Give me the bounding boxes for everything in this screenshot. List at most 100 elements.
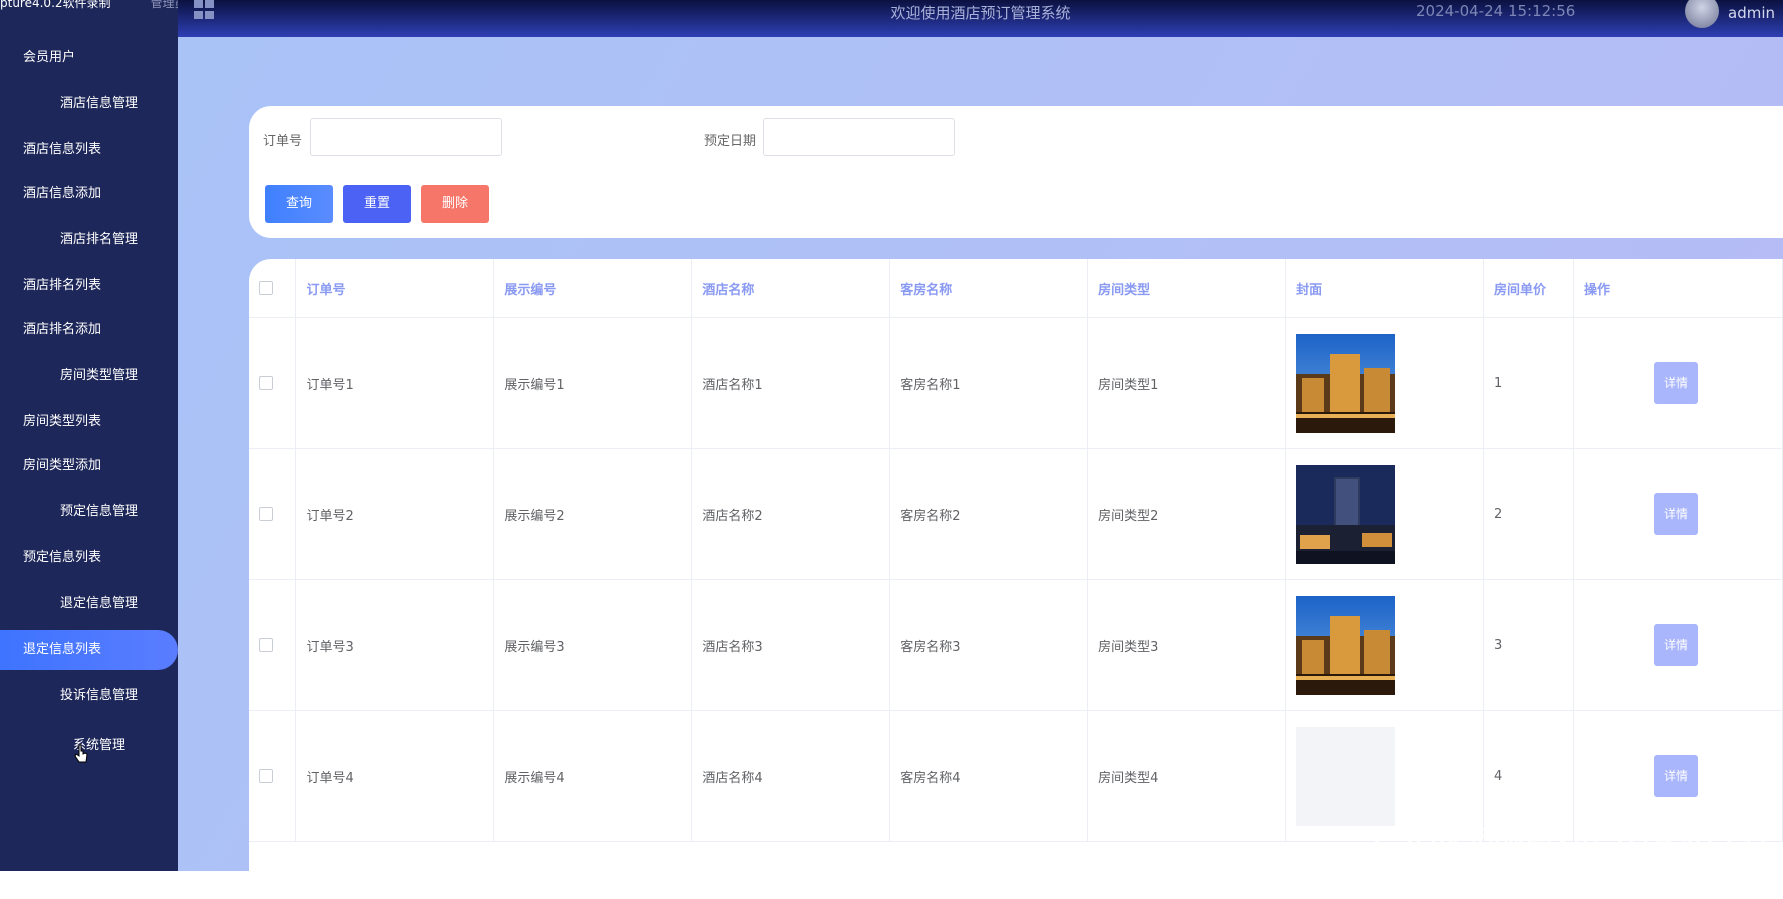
hotel-cell: 酒店名称3 [691, 579, 891, 711]
sidebar-item-13[interactable]: 退定信息列表 [0, 630, 178, 670]
room-cell: 客房名称4 [889, 710, 1089, 842]
column-header[interactable]: 展示编号 [493, 259, 693, 318]
hotel-cover-image [1296, 464, 1396, 564]
price-cell: 1 [1483, 317, 1574, 449]
type-cell: 房间类型2 [1087, 448, 1287, 580]
sidebar-item-label: 酒店信息添加 [23, 186, 102, 201]
sidebar-item-label: 酒店排名管理 [59, 232, 138, 247]
type-cell: 房间类型4 [1087, 710, 1287, 842]
detail-button[interactable]: 详情 [1654, 362, 1698, 404]
sidebar-item-5[interactable]: 酒店排名列表 [0, 266, 178, 306]
detail-button[interactable]: 详情 [1654, 755, 1698, 797]
booking-date-input[interactable] [763, 118, 955, 156]
column-header[interactable]: 房间单价 [1483, 259, 1574, 318]
row-select-cell [249, 579, 297, 711]
sidebar-item-14[interactable]: 投诉信息管理 [0, 676, 178, 716]
order-cell: 订单号1 [295, 317, 495, 449]
hotel-cell: 酒店名称4 [691, 710, 891, 842]
sidebar-item-10[interactable]: 预定信息管理 [0, 492, 178, 532]
username[interactable]: admin [1728, 4, 1775, 22]
action-cell: 详情 [1573, 579, 1783, 711]
main-content: 订单号 预定日期 查询 重置 删除 订单号 展示编号 酒店名称 客房名称 房间类… [178, 37, 1783, 899]
select-all-checkbox[interactable] [259, 281, 273, 295]
price-cell: 2 [1483, 448, 1574, 580]
sidebar-item-15[interactable]: 系统管理 [0, 726, 178, 766]
data-table: 订单号 展示编号 酒店名称 客房名称 房间类型 封面 房间单价 操作 订单号1 … [249, 259, 1783, 842]
row-checkbox[interactable] [259, 376, 273, 390]
room-cell: 客房名称3 [889, 579, 1089, 711]
column-header[interactable]: 客房名称 [889, 259, 1089, 318]
room-cell: 客房名称2 [889, 448, 1089, 580]
room-cell: 客房名称1 [889, 317, 1089, 449]
column-header: 封面 [1285, 259, 1485, 318]
sidebar-item-9[interactable]: 房间类型添加 [0, 446, 178, 486]
column-header[interactable]: 酒店名称 [691, 259, 891, 318]
display-cell: 展示编号3 [493, 579, 693, 711]
csdn-watermark: CSDN @weixin_61498557 [1373, 822, 1773, 857]
detail-button[interactable]: 详情 [1654, 624, 1698, 666]
display-cell: 展示编号4 [493, 710, 693, 842]
reset-button[interactable]: 重置 [343, 185, 411, 223]
column-header: 操作 [1573, 259, 1783, 318]
current-datetime: 2024-04-24 15:12:56 [1416, 2, 1576, 20]
display-cell: 展示编号1 [493, 317, 693, 449]
row-checkbox[interactable] [259, 769, 273, 783]
sidebar-item-label: 预定信息列表 [23, 550, 102, 565]
table-row: 订单号2 展示编号2 酒店名称2 客房名称2 房间类型2 2 详情 [249, 448, 1783, 580]
date-label: 预定日期 [704, 134, 757, 149]
row-checkbox[interactable] [259, 638, 273, 652]
sidebar-item-label: 退定信息列表 [23, 642, 102, 657]
sidebar-item-label: 预定信息管理 [59, 504, 138, 519]
sidebar-item-3[interactable]: 酒店信息添加 [0, 174, 178, 214]
detail-button[interactable]: 详情 [1654, 493, 1698, 535]
sidebar-item-8[interactable]: 房间类型列表 [0, 402, 178, 442]
sidebar-item-1[interactable]: 酒店信息管理 [0, 84, 178, 124]
order-cell: 订单号3 [295, 579, 495, 711]
sidebar-item-7[interactable]: 房间类型管理 [0, 356, 178, 396]
sidebar-item-6[interactable]: 酒店排名添加 [0, 310, 178, 350]
mouse-cursor-icon [74, 744, 88, 763]
sidebar-item-2[interactable]: 酒店信息列表 [0, 130, 178, 170]
select-all-cell [249, 259, 297, 318]
action-cell: 详情 [1573, 448, 1783, 580]
sidebar-item-4[interactable]: 酒店排名管理 [0, 220, 178, 260]
sidebar-item-0[interactable]: 会员用户 [0, 38, 178, 78]
topbar: 欢迎使用酒店预订管理系统 2024-04-24 15:12:56 admin [178, 0, 1783, 37]
sidebar-item-label: 房间类型管理 [59, 368, 138, 383]
cover-cell [1285, 579, 1485, 711]
column-header[interactable]: 订单号 [295, 259, 495, 318]
search-panel: 订单号 预定日期 查询 重置 删除 [249, 106, 1783, 238]
avatar[interactable] [1685, 0, 1719, 28]
row-select-cell [249, 448, 297, 580]
column-header[interactable]: 房间类型 [1087, 259, 1287, 318]
sidebar-item-label: 酒店排名添加 [23, 322, 102, 337]
order-number-input[interactable] [310, 118, 502, 156]
order-cell: 订单号4 [295, 710, 495, 842]
cover-placeholder [1296, 726, 1396, 826]
type-cell: 房间类型3 [1087, 579, 1287, 711]
order-label: 订单号 [263, 134, 303, 149]
row-select-cell [249, 317, 297, 449]
data-table-panel: 订单号 展示编号 酒店名称 客房名称 房间类型 封面 房间单价 操作 订单号1 … [249, 259, 1783, 899]
sidebar-item-label: 酒店信息列表 [23, 142, 102, 157]
cover-cell [1285, 317, 1485, 449]
hotel-cell: 酒店名称1 [691, 317, 891, 449]
hotel-cover-image [1296, 595, 1396, 695]
sidebar-item-label: 会员用户 [23, 50, 76, 65]
sidebar-item-label: 房间类型添加 [23, 458, 102, 473]
recording-watermark: pture4.0.2软件录制管理员 [0, 0, 178, 11]
sidebar-item-label: 投诉信息管理 [59, 688, 138, 703]
delete-button[interactable]: 删除 [421, 185, 489, 223]
row-checkbox[interactable] [259, 507, 273, 521]
sidebar-item-12[interactable]: 退定信息管理 [0, 584, 178, 624]
sidebar-item-label: 酒店排名列表 [23, 278, 102, 293]
sidebar: pture4.0.2软件录制管理员 会员用户酒店信息管理酒店信息列表酒店信息添加… [0, 0, 178, 871]
price-cell: 3 [1483, 579, 1574, 711]
hotel-cell: 酒店名称2 [691, 448, 891, 580]
table-header-row: 订单号 展示编号 酒店名称 客房名称 房间类型 封面 房间单价 操作 [249, 259, 1783, 318]
row-select-cell [249, 710, 297, 842]
order-cell: 订单号2 [295, 448, 495, 580]
cover-cell [1285, 448, 1485, 580]
sidebar-item-11[interactable]: 预定信息列表 [0, 538, 178, 578]
query-button[interactable]: 查询 [265, 185, 333, 223]
